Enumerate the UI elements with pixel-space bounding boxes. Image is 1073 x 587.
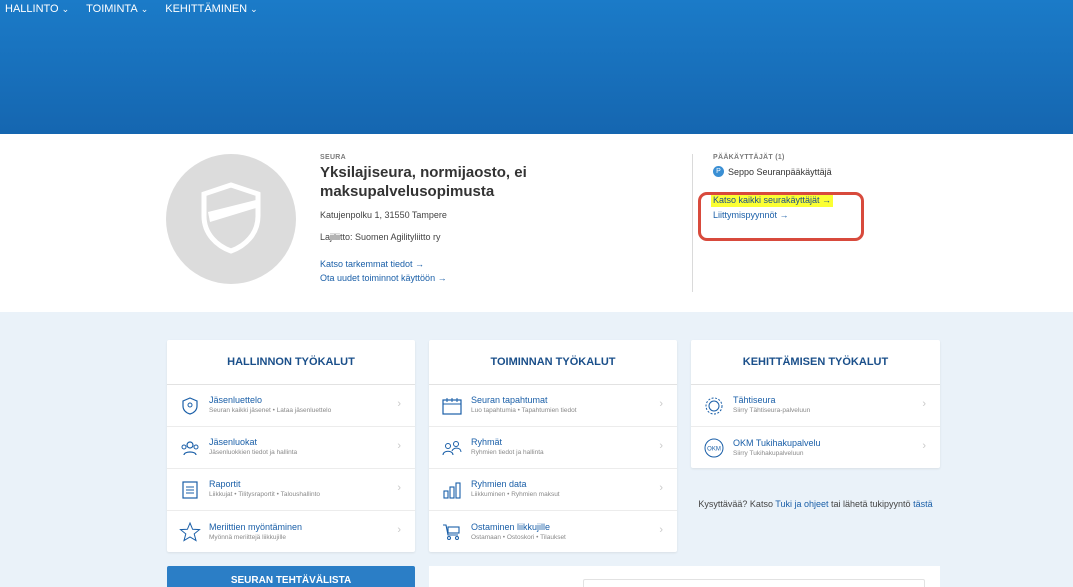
all-club-users-link[interactable]: Katso kaikki seurakäyttäjät → <box>711 194 834 207</box>
club-logo <box>166 154 296 284</box>
top-header: HALLINTO ⌄ TOIMINTA ⌄ KEHITTÄMINEN ⌄ <box>0 0 1073 134</box>
tool-name: Tähtiseura <box>733 395 776 405</box>
club-details-link[interactable]: Katso tarkemmat tiedot → <box>320 257 620 271</box>
chevron-right-icon: › <box>659 482 663 494</box>
club-name: Yksilajiseura, normijaosto, ei maksupalv… <box>320 164 527 200</box>
admin-tools-title: HALLINNON TYÖKALUT <box>167 340 415 385</box>
tool-member-classes[interactable]: Jäsenluokat Jäsenluokkien tiedot ja hall… <box>167 427 415 469</box>
nav-toiminta[interactable]: TOIMINTA ⌄ <box>86 3 148 15</box>
support-link[interactable]: Tuki ja ohjeet <box>775 499 828 509</box>
tool-desc: Ostamaan • Ostoskori • Tilaukset <box>471 533 566 541</box>
chevron-down-icon: ⌄ <box>140 3 149 14</box>
nav-hallinto-label: HALLINTO <box>5 3 59 15</box>
tool-name: Meriittien myöntäminen <box>209 521 303 532</box>
club-federation: Lajiliitto: Suomen Agilityliitto ry <box>320 232 441 242</box>
okm-icon: OKM <box>702 436 726 460</box>
chevron-right-icon: › <box>397 398 401 410</box>
tool-purchasing[interactable]: Ostaminen liikkujille Ostamaan • Ostosko… <box>429 511 677 553</box>
star-icon <box>178 520 202 544</box>
shield-icon <box>178 394 202 418</box>
tool-group-data[interactable]: Ryhmien data Liikkuminen • Ryhmien maksu… <box>429 469 677 511</box>
vertical-divider <box>692 154 693 292</box>
tool-name: Jäsenluettelo <box>209 395 263 405</box>
activity-tools-title: TOIMINNAN TYÖKALUT <box>429 340 677 385</box>
development-tools-card: KEHITTÄMISEN TYÖKALUT Tähtiseura Siirry … <box>691 340 940 468</box>
nav-hallinto[interactable]: HALLINTO ⌄ <box>5 3 69 15</box>
nav-kehittaminen[interactable]: KEHITTÄMINEN ⌄ <box>165 3 257 15</box>
report-icon <box>178 478 202 502</box>
avatar: P <box>713 166 724 177</box>
tool-name: Ryhmät <box>471 437 503 447</box>
club-task-list-card[interactable]: SEURAN TEHTÄVÄLISTA <box>167 566 415 587</box>
nav-toiminta-label: TOIMINTA <box>86 3 138 15</box>
admin-tools-card: HALLINNON TYÖKALUT Jäsenluettelo Seuran … <box>167 340 415 552</box>
tool-member-list[interactable]: Jäsenluettelo Seuran kaikki jäsenet • La… <box>167 385 415 427</box>
tool-desc: Liikkujat • Tilitysraportit • Taloushall… <box>209 491 321 498</box>
tool-desc: Jäsenluokkien tiedot ja hallinta <box>209 449 298 456</box>
tool-desc: Siirry Tukihakupalveluun <box>733 449 804 457</box>
shield-logo-icon <box>201 182 261 254</box>
chevron-down-icon: ⌄ <box>250 3 258 14</box>
nav-kehittaminen-label: KEHITTÄMINEN <box>165 3 248 15</box>
tool-club-events[interactable]: Seuran tapahtumat Luo tapahtumia • Tapah… <box>429 385 677 427</box>
chevron-right-icon: › <box>659 440 663 452</box>
development-tools-title: KEHITTÄMISEN TYÖKALUT <box>691 340 940 385</box>
club-address: Katujenpolku 1, 31550 Tampere <box>320 210 447 220</box>
admins-heading: PÄÄKÄYTTÄJÄT (1) <box>713 154 785 161</box>
tool-desc: Siirry Tähtiseura-palveluun <box>733 407 811 414</box>
bar-chart-icon <box>440 478 464 502</box>
help-text: Kysyttävää? Katso Tuki ja ohjeet tai läh… <box>691 497 940 511</box>
activity-tools-card: TOIMINNAN TYÖKALUT Seuran tapahtumat Luo… <box>429 340 677 552</box>
tool-desc: Liikkuminen • Ryhmien maksut <box>471 491 560 498</box>
chevron-right-icon: › <box>659 524 663 536</box>
chevron-right-icon: › <box>397 440 401 452</box>
tool-name: Raportit <box>209 479 241 489</box>
tool-merits[interactable]: Meriittien myöntäminen Myönnä meriittejä… <box>167 511 415 553</box>
tool-name: Jäsenluokat <box>209 437 258 447</box>
chevron-right-icon: › <box>922 398 926 410</box>
tool-name: OKM Tukihakupalvelu <box>733 437 821 448</box>
admins-section: PÄÄKÄYTTÄJÄT (1) P Seppo Seuranpääkäyttä… <box>711 154 933 222</box>
chevron-down-icon: ⌄ <box>61 3 70 14</box>
chevron-right-icon: › <box>922 440 926 452</box>
new-features-link[interactable]: Ota uudet toiminnot käyttöön → <box>320 271 620 285</box>
svg-text:OKM: OKM <box>707 447 721 453</box>
support-request-link[interactable]: tästä <box>913 499 933 509</box>
cart-icon <box>440 520 464 544</box>
tool-tahtiseura[interactable]: Tähtiseura Siirry Tähtiseura-palveluun › <box>691 385 940 427</box>
chevron-right-icon: › <box>397 524 401 536</box>
star-badge-icon <box>702 394 726 418</box>
admin-entry: P Seppo Seuranpääkäyttäjä <box>713 166 933 177</box>
help-prefix: Kysyttävää? Katso <box>698 499 776 509</box>
club-panel: SEURA Yksilajiseura, normijaosto, ei mak… <box>0 134 1073 312</box>
chevron-right-icon: › <box>659 398 663 410</box>
club-info: SEURA Yksilajiseura, normijaosto, ei mak… <box>320 154 620 285</box>
chevron-right-icon: › <box>397 482 401 494</box>
tool-desc: Luo tapahtumia • Tapahtumien tiedot <box>471 407 577 414</box>
tool-desc: Seuran kaikki jäsenet • Lataa jäsenluett… <box>209 407 332 414</box>
tool-name: Seuran tapahtumat <box>471 395 548 405</box>
tool-reports[interactable]: Raportit Liikkujat • Tilitysraportit • T… <box>167 469 415 511</box>
tool-okm[interactable]: OKM OKM Tukihakupalvelu Siirry Tukihakup… <box>691 427 940 469</box>
bottom-inner-panel <box>583 579 925 587</box>
top-navigation: HALLINTO ⌄ TOIMINTA ⌄ KEHITTÄMINEN ⌄ <box>5 3 275 15</box>
admin-name: Seppo Seuranpääkäyttäjä <box>728 166 832 177</box>
help-middle: tai lähetä tukipyyntö <box>828 499 914 509</box>
tool-groups[interactable]: Ryhmät Ryhmien tiedot ja hallinta › <box>429 427 677 469</box>
join-requests-link[interactable]: Liittymispyynnöt → <box>713 209 933 222</box>
members-icon <box>178 436 202 460</box>
tool-name: Ryhmien data <box>471 479 527 489</box>
tool-desc: Myönnä meriittejä liikkujille <box>209 533 286 541</box>
club-eyebrow: SEURA <box>320 154 347 161</box>
task-list-title: SEURAN TEHTÄVÄLISTA <box>230 575 352 586</box>
group-icon <box>440 436 464 460</box>
tool-name: Ostaminen liikkujille <box>471 521 551 532</box>
tool-desc: Ryhmien tiedot ja hallinta <box>471 449 544 456</box>
calendar-icon <box>440 394 464 418</box>
